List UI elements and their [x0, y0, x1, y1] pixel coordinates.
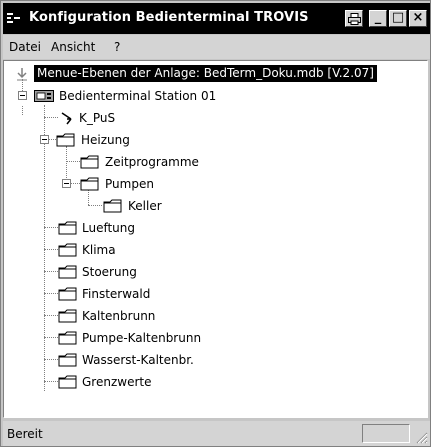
- tree-root-label: Menue-Ebenen der Anlage: BedTerm_Doku.md…: [34, 65, 377, 82]
- status-bar: Bereit: [3, 421, 430, 446]
- menu-help[interactable]: ?: [114, 40, 120, 54]
- folder-icon: [58, 287, 77, 301]
- print-icon[interactable]: [345, 10, 363, 27]
- folder-icon: [58, 221, 77, 235]
- folder-icon: [58, 243, 77, 257]
- collapse-icon[interactable]: [40, 135, 49, 144]
- tree-item-label: Bedienterminal Station 01: [59, 89, 217, 103]
- menu-datei[interactable]: Datei: [9, 40, 41, 54]
- title-bar[interactable]: Konfiguration Bedienterminal TROVIS _ □ …: [3, 3, 430, 34]
- folder-icon: [58, 353, 77, 367]
- tree-item-label: Wasserst-Kaltenbr.: [82, 353, 194, 367]
- folder-icon: [58, 265, 77, 279]
- folder-icon: [58, 309, 77, 323]
- tree-item-label: Stoerung: [82, 265, 137, 279]
- folder-icon: [58, 375, 77, 389]
- menu-ansicht[interactable]: Ansicht: [51, 40, 95, 54]
- tree-item-pumpe-kaltenbrunn[interactable]: Pumpe-Kaltenbrunn: [4, 328, 254, 348]
- folder-icon: [103, 199, 122, 213]
- link-icon: [61, 112, 72, 125]
- window-title: Konfiguration Bedienterminal TROVIS: [29, 10, 309, 25]
- tree-item-stoerung[interactable]: Stoerung: [4, 262, 204, 282]
- tree-item-label: Zeitprogramme: [105, 155, 199, 169]
- app-window: Konfiguration Bedienterminal TROVIS _ □ …: [0, 0, 431, 447]
- status-text: Bereit: [7, 427, 43, 441]
- collapse-icon[interactable]: [62, 179, 71, 188]
- tree-item-k-pus[interactable]: K_PuS: [4, 108, 204, 128]
- close-button[interactable]: ×: [409, 10, 427, 27]
- tree-item-keller[interactable]: Keller: [4, 196, 204, 216]
- tree-item-kaltenbrunn[interactable]: Kaltenbrunn: [4, 306, 204, 326]
- tree-item-label: Heizung: [81, 133, 130, 147]
- tree-item-bedienterminal[interactable]: Bedienterminal Station 01: [4, 86, 304, 106]
- folder-icon: [80, 155, 99, 169]
- tree-item-klima[interactable]: Klima: [4, 240, 204, 260]
- tree-item-label: Pumpe-Kaltenbrunn: [82, 331, 202, 345]
- tree-item-lueftung[interactable]: Lueftung: [4, 218, 204, 238]
- tree-item-label: Keller: [128, 199, 162, 213]
- tree-item-wasserst-kaltenbr[interactable]: Wasserst-Kaltenbr.: [4, 350, 254, 370]
- download-arrow-icon: [17, 68, 27, 81]
- tree-item-finsterwald[interactable]: Finsterwald: [4, 284, 204, 304]
- tree-item-heizung[interactable]: Heizung: [4, 130, 204, 150]
- tree-item-label: Finsterwald: [82, 287, 151, 301]
- folder-icon: [58, 331, 77, 345]
- tree-item-label: K_PuS: [79, 111, 116, 125]
- tree-item-zeitprogramme[interactable]: Zeitprogramme: [4, 152, 254, 172]
- tree-item-label: Lueftung: [82, 221, 136, 235]
- tree-item-label: Pumpen: [105, 177, 154, 191]
- terminal-icon: [34, 90, 54, 102]
- app-icon: [7, 13, 20, 23]
- tree-item-label: Grenzwerte: [82, 375, 152, 389]
- collapse-icon[interactable]: [18, 91, 27, 100]
- tree-root[interactable]: Menue-Ebenen der Anlage: BedTerm_Doku.md…: [4, 64, 424, 84]
- menu-bar: Datei Ansicht ?: [3, 35, 430, 59]
- resize-grip-icon[interactable]: [414, 430, 428, 444]
- minimize-button[interactable]: _: [369, 10, 387, 27]
- maximize-button[interactable]: □: [389, 10, 407, 27]
- folder-icon: [80, 177, 99, 191]
- tree-item-grenzwerte[interactable]: Grenzwerte: [4, 372, 204, 392]
- folder-icon: [56, 133, 75, 147]
- tree-item-pumpen[interactable]: Pumpen: [4, 174, 204, 194]
- tree-item-label: Klima: [82, 243, 116, 257]
- tree-view[interactable]: Menue-Ebenen der Anlage: BedTerm_Doku.md…: [3, 60, 428, 418]
- status-panel: [362, 424, 410, 443]
- tree-item-label: Kaltenbrunn: [82, 309, 156, 323]
